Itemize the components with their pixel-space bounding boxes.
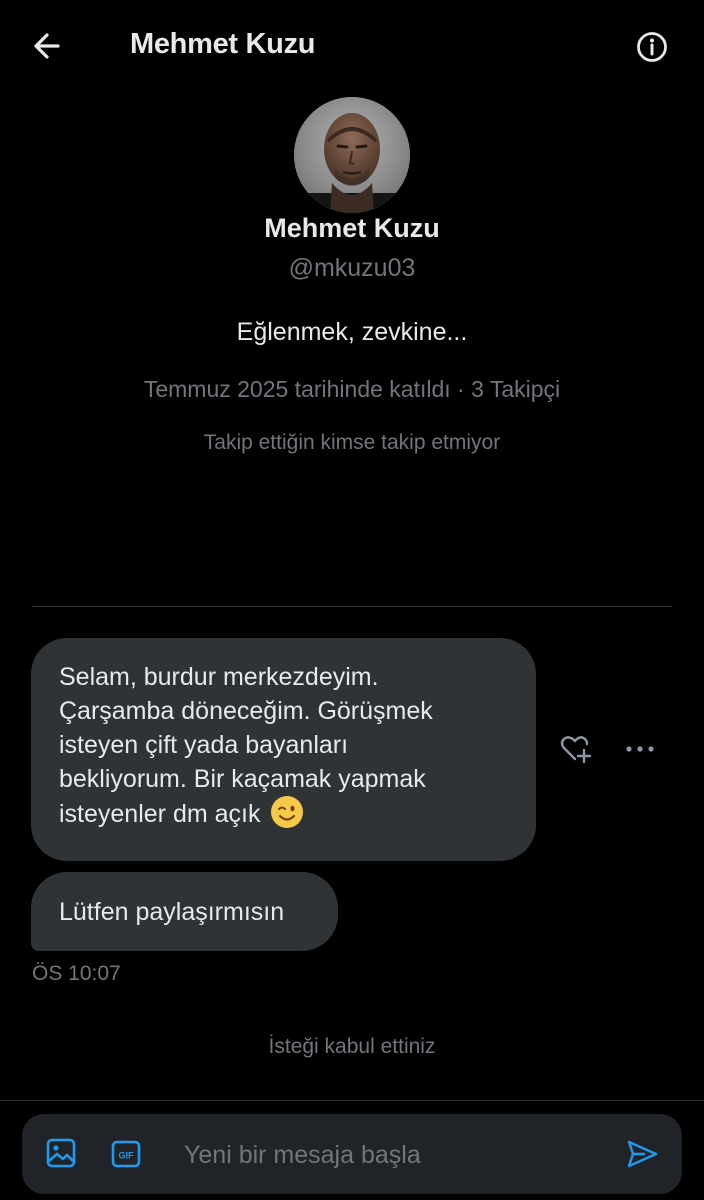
profile-name[interactable]: Mehmet Kuzu [0,213,704,244]
divider [32,606,672,607]
request-accepted-status: İsteği kabul ettiniz [268,1035,436,1058]
message-bubble[interactable]: Selam, burdur merkezdeyim. Çarşamba döne… [31,638,536,861]
back-button[interactable] [28,26,68,66]
conversation-title: Mehmet Kuzu [130,28,316,60]
message-bubble[interactable]: Lütfen paylaşırmısın [31,872,338,951]
message-input[interactable] [182,1132,606,1178]
message-line: Selam, burdur merkezdeyim. [59,663,379,691]
info-button[interactable] [632,27,672,67]
avatar[interactable] [294,97,410,213]
gif-icon: GIF [111,1140,141,1168]
message-line: bekliyorum. Bir kaçamak yapmak [59,765,426,793]
image-icon [46,1138,76,1168]
more-options-button[interactable] [622,731,658,767]
message-composer: GIF [22,1114,682,1194]
message-line: Çarşamba döneceğim. Görüşmek [59,697,433,725]
profile-meta: Temmuz 2025 tarihinde katıldı · 3 Takipç… [143,376,561,402]
more-icon [626,746,654,752]
send-icon [627,1140,658,1168]
back-arrow-icon [34,33,60,59]
add-reaction-button[interactable] [558,731,594,767]
attach-gif-button[interactable]: GIF [110,1138,142,1170]
message-timestamp: ÖS 10:07 [32,962,121,985]
info-icon [637,32,667,62]
profile-handle: @mkuzu03 [288,254,416,282]
follow-note: Takip ettiğin kimse takip etmiyor [203,431,501,454]
message-line-text: isteyenler dm açık [59,800,261,828]
heart-plus-icon [560,736,592,764]
message-line: isteyen çift yada bayanları [59,731,349,759]
message-line-last: isteyenler dm açık [59,796,508,831]
top-bar: Mehmet Kuzu [0,0,704,94]
attach-image-button[interactable] [44,1136,78,1170]
gif-label: GIF [119,1151,135,1161]
send-button[interactable] [624,1136,660,1172]
winking-face-emoji-icon [271,796,304,828]
avatar-photo [294,97,410,213]
composer-divider [0,1100,704,1101]
profile-bio: Eğlenmek, zevkine... [236,318,468,346]
